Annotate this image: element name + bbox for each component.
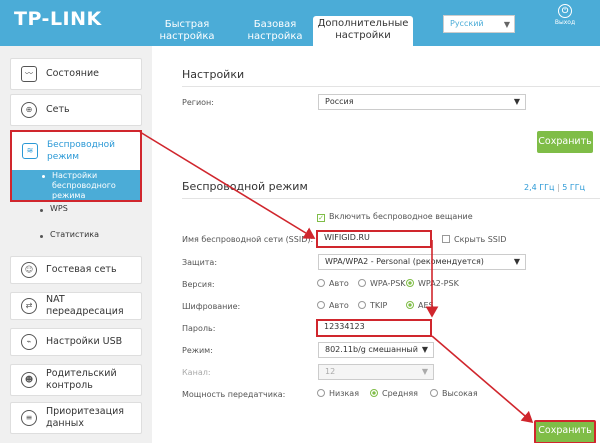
top-header: TP-LINK Быстрая настройка Базовая настро… <box>0 0 600 46</box>
settings-section-title: Настройки <box>182 68 245 81</box>
wireless-section-title: Беспроводной режим <box>182 180 308 193</box>
sidebar-item-parental-control[interactable]: ☻ Родительский контроль <box>10 364 142 396</box>
sidebar-subitem-wps[interactable]: WPS <box>10 200 142 226</box>
nat-icon: ⇄ <box>21 298 37 314</box>
sidebar-wireless-header[interactable]: ≋ Беспроводной режим <box>12 132 140 170</box>
tx-power-label: Мощность передатчика: <box>182 390 286 399</box>
logout-button[interactable]: ⏻ Выход <box>553 4 577 26</box>
band-2-4ghz-link[interactable]: 2,4 ГГц <box>524 183 554 192</box>
security-label: Защита: <box>182 258 218 267</box>
power-radio-high[interactable]: Высокая <box>430 389 478 398</box>
tab-quick-setup[interactable]: Быстрая настройка <box>152 16 222 46</box>
divider <box>182 198 600 199</box>
guest-icon: ☺ <box>21 262 37 278</box>
sidebar-subitem-wireless-settings[interactable]: Настройки беспроводного режима <box>12 170 140 200</box>
wireless-save-button[interactable]: Сохранить <box>534 420 596 443</box>
encryption-label: Шифрование: <box>182 302 241 311</box>
sidebar-item-usb[interactable]: ⌁ Настройки USB <box>10 328 142 356</box>
sidebar-item-wireless[interactable]: ≋ Беспроводной режим Настройки беспровод… <box>10 130 142 202</box>
password-label: Пароль: <box>182 324 216 333</box>
tab-advanced[interactable]: Дополнительные настройки <box>313 16 413 46</box>
chevron-down-icon: ▼ <box>503 20 510 29</box>
sidebar-item-guest-network[interactable]: ☺ Гостевая сеть <box>10 256 142 284</box>
sidebar-item-network[interactable]: ⊕ Сеть <box>10 94 142 126</box>
tab-basic[interactable]: Базовая настройка <box>240 16 310 46</box>
divider <box>182 86 600 87</box>
tp-link-logo: TP-LINK <box>14 8 102 30</box>
mode-select[interactable]: 802.11b/g смешанный ▼ <box>318 342 434 358</box>
checkmark-icon: ✓ <box>317 214 325 222</box>
ssid-label: Имя беспроводной сети (SSID): <box>182 235 314 244</box>
version-radio-wpa2-psk[interactable]: WPA2-PSK <box>406 279 459 288</box>
hide-ssid-checkbox[interactable]: Скрыть SSID <box>442 235 506 244</box>
password-input[interactable]: 12334123 <box>316 319 432 337</box>
logout-icon: ⏻ <box>558 4 572 18</box>
pulse-icon: 〰 <box>21 66 37 82</box>
parental-icon: ☻ <box>21 372 37 388</box>
encryption-radio-aes[interactable]: AES <box>406 301 434 310</box>
ssid-input[interactable]: WIFIGID.RU <box>316 230 432 248</box>
security-select[interactable]: WPA/WPA2 - Personal (рекомендуется) ▼ <box>318 254 526 270</box>
encryption-radio-auto[interactable]: Авто <box>317 301 349 310</box>
power-radio-low[interactable]: Низкая <box>317 389 359 398</box>
wifi-icon: ≋ <box>22 143 38 159</box>
globe-icon: ⊕ <box>21 102 37 118</box>
channel-label: Канал: <box>182 368 211 377</box>
encryption-radio-tkip[interactable]: TKIP <box>358 301 387 310</box>
settings-save-button[interactable]: Сохранить <box>537 131 593 153</box>
chevron-down-icon: ▼ <box>513 257 520 266</box>
enable-wireless-checkbox[interactable]: ✓ Включить беспроводное вещание <box>317 212 473 222</box>
sidebar: 〰 Состояние ⊕ Сеть ≋ Беспроводной режим … <box>0 46 152 443</box>
region-select[interactable]: Россия ▼ <box>318 94 526 110</box>
mode-label: Режим: <box>182 346 213 355</box>
priority-icon: ≡ <box>21 410 37 426</box>
chevron-down-icon: ▼ <box>421 367 428 376</box>
sidebar-item-status[interactable]: 〰 Состояние <box>10 58 142 90</box>
band-5ghz-link[interactable]: 5 ГГц <box>562 183 585 192</box>
chevron-down-icon: ▼ <box>421 345 428 354</box>
region-label: Регион: <box>182 98 214 107</box>
power-radio-medium[interactable]: Средняя <box>370 389 418 398</box>
language-select[interactable]: Русский ▼ <box>443 15 515 33</box>
version-radio-auto[interactable]: Авто <box>317 279 349 288</box>
band-switcher: 2,4 ГГц | 5 ГГц <box>524 183 586 192</box>
version-label: Версия: <box>182 280 215 289</box>
version-radio-wpa-psk[interactable]: WPA-PSK <box>358 279 406 288</box>
channel-select: 12 ▼ <box>318 364 434 380</box>
main-content: Настройки Регион: Россия ▼ Сохранить Бес… <box>152 46 600 443</box>
sidebar-subitem-statistics[interactable]: Статистика <box>10 226 142 252</box>
sidebar-item-qos[interactable]: ≡ Приоритезация данных <box>10 402 142 434</box>
usb-icon: ⌁ <box>21 334 37 350</box>
sidebar-item-nat[interactable]: ⇄ NAT переадресация <box>10 292 142 320</box>
chevron-down-icon: ▼ <box>513 97 520 106</box>
